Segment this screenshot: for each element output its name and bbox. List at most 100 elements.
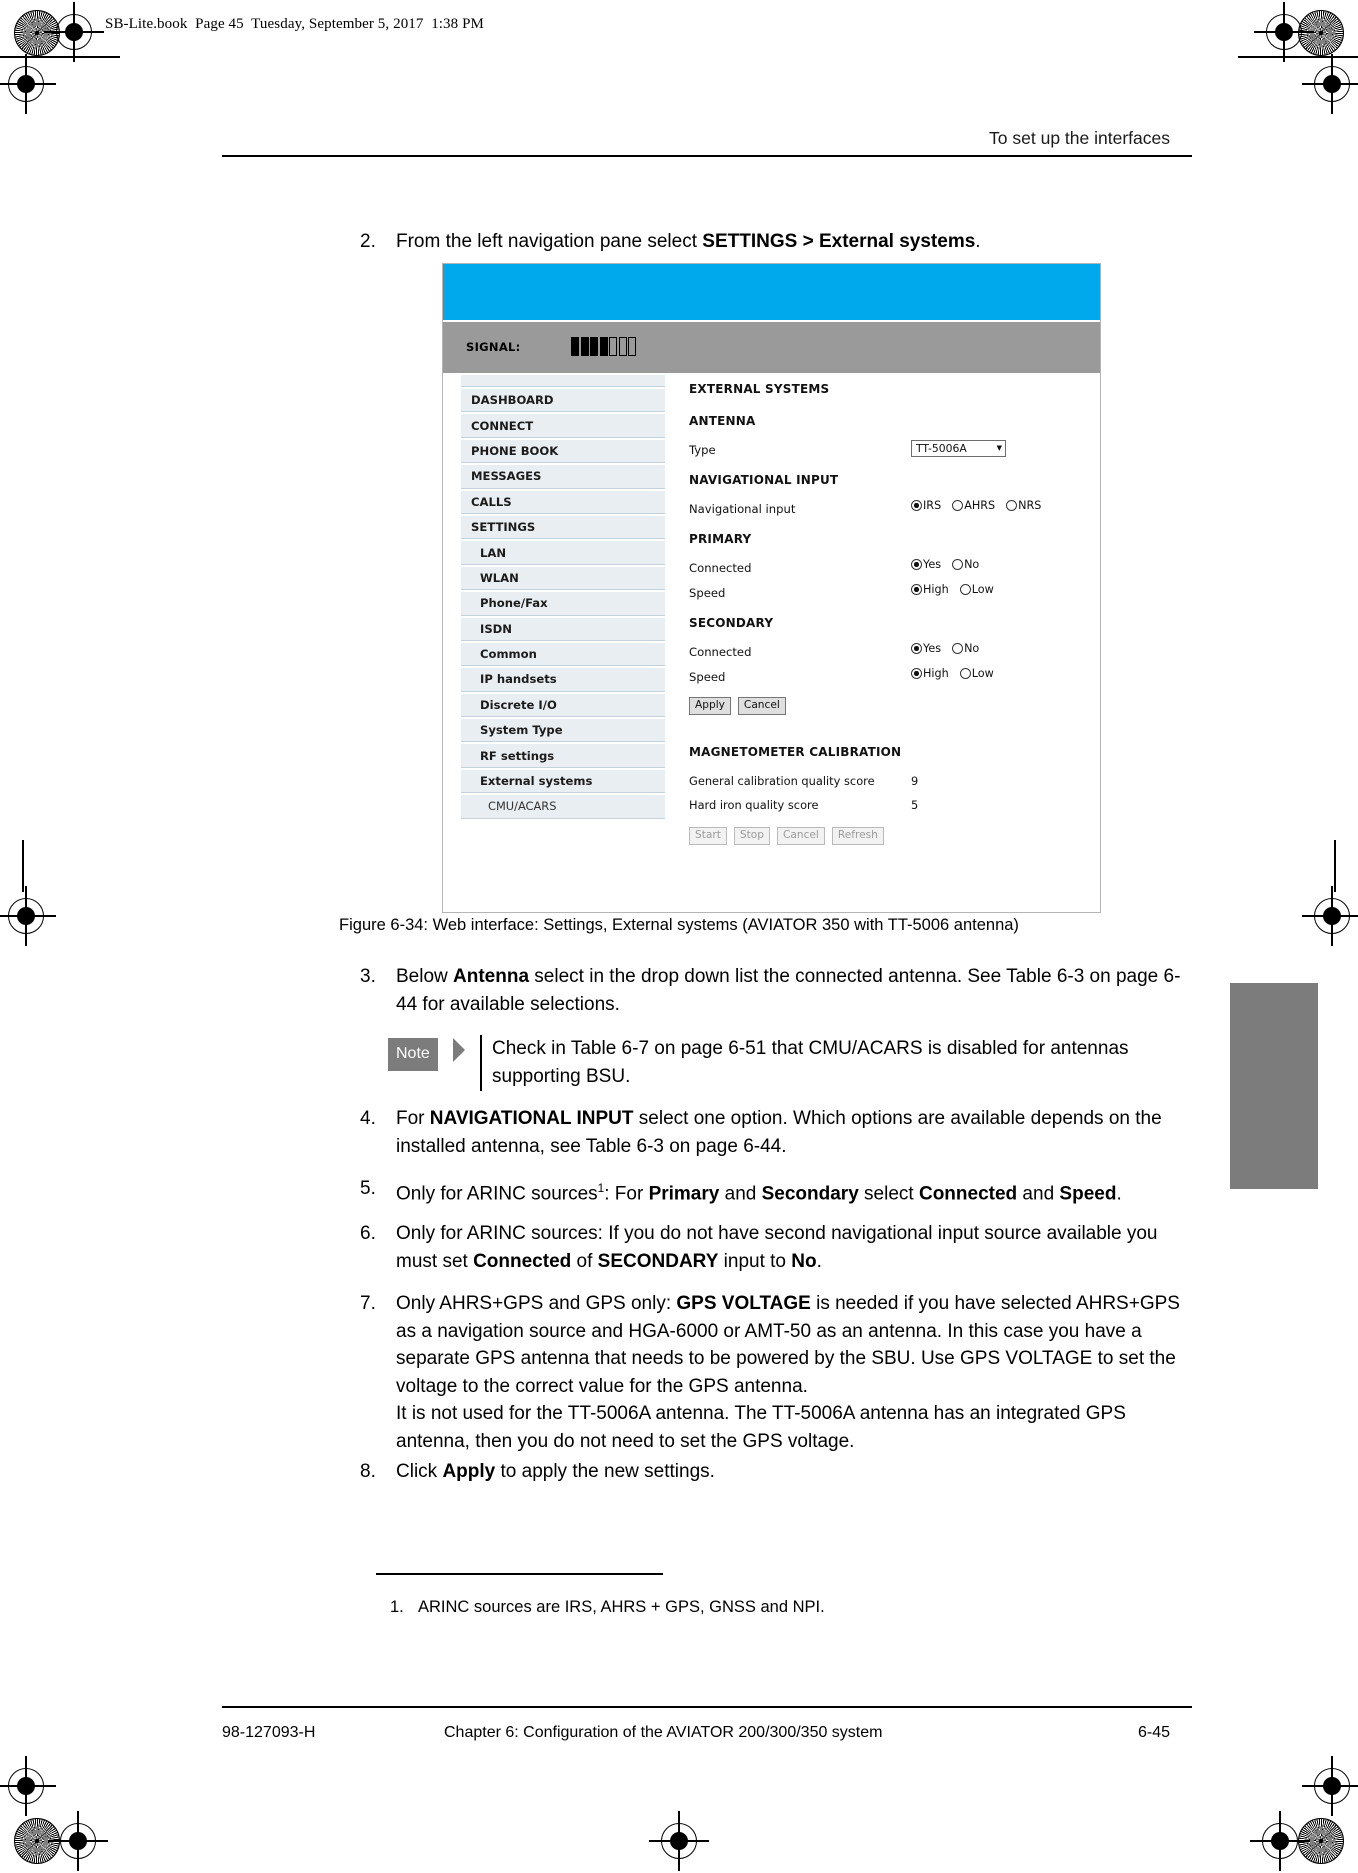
chapter-tab-marker (1230, 983, 1318, 1189)
antenna-section-heading: ANTENNA (689, 414, 756, 428)
registration-mark-right-lower (1302, 1756, 1358, 1816)
nav-item-label: ISDN (480, 621, 512, 636)
radio-option-low[interactable]: Low (959, 667, 994, 680)
nav-item-common[interactable]: Common (461, 640, 665, 667)
nav-item-label: CONNECT (471, 418, 534, 433)
radio-option-no[interactable]: No (952, 642, 979, 655)
registration-mark-top-right (1254, 2, 1314, 62)
nav-item-label: External systems (480, 774, 593, 789)
web-ui-body: DASHBOARD CONNECT PHONE BOOK MESSAGES CALLS S… (443, 373, 1100, 912)
radio-button-icon[interactable] (952, 559, 964, 570)
apply-button[interactable]: Apply (689, 697, 731, 715)
nav-item-ip-handsets[interactable]: IP handsets (461, 666, 665, 692)
footer-doc-number: 98-127093-H (222, 1724, 316, 1741)
radio-option-yes[interactable]: Yes (911, 642, 941, 655)
nav-item-wlan[interactable]: WLAN (461, 564, 665, 591)
secondary-speed-radiogroup[interactable]: High Low (911, 667, 994, 680)
nav-item-rf-settings[interactable]: RF settings (461, 742, 665, 768)
nav-item-connect[interactable]: CONNECT (461, 412, 665, 438)
nav-item-settings[interactable]: SETTINGS (461, 513, 665, 540)
nav-item-messages[interactable]: MESSAGES (461, 463, 665, 489)
nav-item-label: Common (480, 647, 537, 662)
secondary-connected-row: Connected Yes No (689, 642, 1089, 667)
radio-button-icon[interactable] (952, 643, 964, 654)
radio-button-icon[interactable] (911, 643, 922, 654)
step-3: 3. Below Antenna select in the drop down… (360, 963, 1190, 1018)
page: SB-Lite.book Page 45 Tuesday, September … (0, 0, 1358, 1873)
radio-button-icon[interactable] (959, 668, 971, 679)
nav-item-label: DASHBOARD (471, 393, 554, 408)
radio-option-label: IRS (923, 499, 942, 512)
radio-option-yes[interactable]: Yes (911, 558, 941, 571)
nav-item-external-systems[interactable]: External systems (461, 767, 665, 794)
navigational-input-radiogroup[interactable]: IRS AHRS NRS (911, 499, 1041, 512)
radio-option-low[interactable]: Low (959, 583, 994, 596)
step-5-text: Only for ARINC sources1: For Primary and… (396, 1182, 1122, 1205)
cancel-button[interactable]: Cancel (737, 697, 786, 715)
nav-item-dashboard[interactable]: DASHBOARD (461, 387, 665, 413)
step-4-number: 4. (360, 1108, 376, 1129)
primary-speed-row: Speed High Low (689, 583, 1089, 608)
nav-item-label: LAN (480, 545, 507, 560)
signal-bar-1 (571, 337, 579, 356)
nav-item-phone-book[interactable]: PHONE BOOK (461, 437, 665, 464)
web-ui-banner (443, 264, 1100, 320)
radio-option-irs[interactable]: IRS (911, 499, 941, 512)
web-ui-content-pane: EXTERNAL SYSTEMS ANTENNA Type TT-5006A ▼… (689, 373, 1089, 845)
web-ui-page-title: EXTERNAL SYSTEMS (689, 382, 830, 396)
radio-button-icon[interactable] (911, 668, 922, 679)
magnetometer-score-value: 5 (911, 798, 919, 812)
nav-item-label: Discrete I/O (480, 697, 557, 712)
nav-item-isdn[interactable]: ISDN (461, 615, 665, 641)
signal-bar-4 (599, 337, 608, 356)
nav-item-cmu-acars[interactable]: CMU/ACARS (461, 793, 665, 819)
magnetometer-score-row: General calibration quality score 9 (689, 771, 1089, 795)
primary-speed-radiogroup[interactable]: High Low (911, 583, 994, 596)
step-7-number: 7. (360, 1293, 376, 1314)
radio-option-label: No (964, 642, 980, 655)
radio-option-high[interactable]: High (911, 667, 949, 680)
nav-item-lan[interactable]: LAN (461, 539, 665, 565)
step-2: 2. From the left navigation pane select … (360, 228, 1190, 256)
step-4: 4. For NAVIGATIONAL INPUT select one opt… (360, 1105, 1190, 1160)
step-7-text: Only AHRS+GPS and GPS only: GPS VOLTAGE … (396, 1293, 1180, 1452)
radio-button-icon[interactable] (911, 500, 922, 511)
nav-item-phone-fax[interactable]: Phone/Fax (461, 590, 665, 616)
footnote-text: ARINC sources are IRS, AHRS + GPS, GNSS … (418, 1598, 825, 1616)
radio-option-no[interactable]: No (952, 558, 979, 571)
nav-item-discrete-i-o[interactable]: Discrete I/O (461, 691, 665, 718)
signal-bar-2 (580, 337, 589, 356)
secondary-connected-radiogroup[interactable]: Yes No (911, 642, 979, 655)
signal-bar-7 (628, 337, 636, 356)
step-2-text: From the left navigation pane select SET… (396, 231, 981, 252)
radio-option-high[interactable]: High (911, 583, 949, 596)
nav-item-label: WLAN (480, 570, 519, 585)
step-2-number: 2. (360, 231, 376, 252)
step-3-text: Below Antenna select in the drop down li… (396, 966, 1181, 1015)
radio-option-label: Low (971, 667, 994, 680)
registration-mark-left-lower (0, 1756, 56, 1816)
stop-button: Stop (733, 827, 770, 845)
antenna-type-select[interactable]: TT-5006A ▼ (911, 440, 1006, 457)
step-6: 6. Only for ARINC sources: If you do not… (360, 1220, 1190, 1275)
nav-item-label: CALLS (471, 494, 512, 509)
nav-item-calls[interactable]: CALLS (461, 488, 665, 514)
radio-button-icon[interactable] (952, 500, 964, 511)
radio-option-ahrs[interactable]: AHRS (952, 499, 995, 512)
radio-button-icon[interactable] (911, 559, 922, 570)
magnetometer-score-row: Hard iron quality score 5 (689, 795, 1089, 819)
nav-item-system-type[interactable]: System Type (461, 717, 665, 743)
secondary-connected-label: Connected (689, 645, 752, 659)
web-interface-screenshot: SIGNAL: DASHBOARD CONNECT PHONE BOOK MESSAG… (442, 263, 1101, 913)
radio-button-icon[interactable] (1006, 500, 1018, 511)
footnote-number: 1. (390, 1598, 404, 1616)
web-ui-navigation-pane[interactable]: DASHBOARD CONNECT PHONE BOOK MESSAGES CALLS S… (461, 373, 665, 819)
chevron-down-icon: ▼ (996, 444, 1002, 452)
radio-button-icon[interactable] (959, 584, 971, 595)
header-rule (222, 155, 1192, 158)
primary-connected-radiogroup[interactable]: Yes No (911, 558, 979, 571)
footer-page-number: 6-45 (1137, 1724, 1170, 1741)
nav-item-label: PHONE BOOK (471, 443, 559, 458)
radio-option-nrs[interactable]: NRS (1006, 499, 1041, 512)
radio-button-icon[interactable] (911, 584, 922, 595)
